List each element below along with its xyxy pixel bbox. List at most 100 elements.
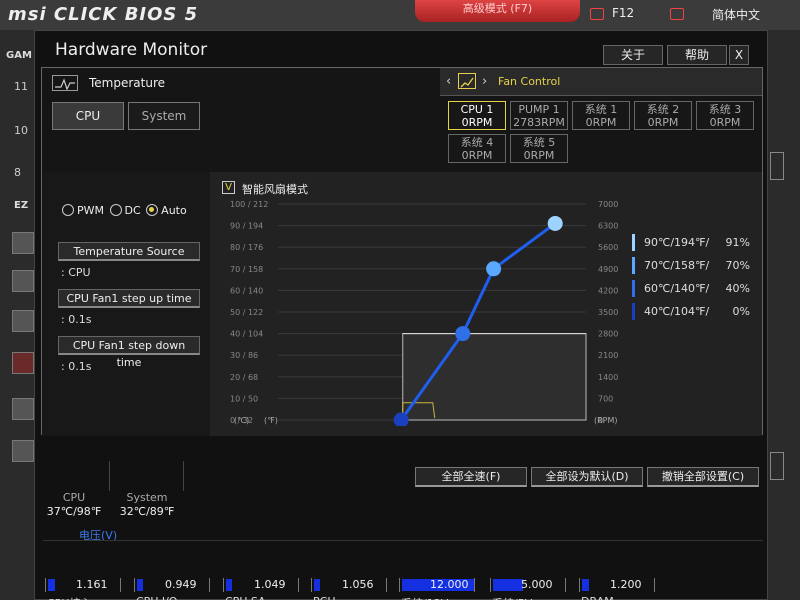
voltage-bar-track: 1.161 (45, 578, 121, 592)
background-right (768, 30, 800, 600)
fan-sys5-button[interactable]: 系统 5 0RPM (510, 134, 568, 163)
sidebar-number: 11 (14, 80, 28, 93)
advanced-mode-tab[interactable]: 高级模式 (F7) (415, 0, 580, 22)
legend-temp: 40℃/104℉/ (644, 305, 710, 318)
fan-rpm: 0RPM (585, 116, 617, 129)
help-button[interactable]: 帮助 (667, 45, 727, 65)
storage-icon[interactable] (12, 310, 34, 332)
reading-name: System (126, 491, 168, 504)
cancel-all-button[interactable]: 撤销全部设置(C) (647, 467, 759, 487)
voltage-bar: 1.049 CPU SA (223, 578, 303, 600)
left-axis-tick: 40 / 104 (230, 330, 263, 339)
cpu-temp-reading: CPU 37℃/98℉ (43, 491, 105, 519)
chevron-right-icon[interactable]: › (482, 74, 487, 89)
fan-cpu1-button[interactable]: CPU 1 0RPM (448, 101, 506, 130)
right-axis-tick: 2100 (598, 351, 618, 360)
cpu-icon[interactable] (12, 232, 34, 254)
tab-cpu[interactable]: CPU (52, 102, 124, 130)
divider (109, 461, 110, 491)
fan-pump1-button[interactable]: PUMP 1 2783RPM (510, 101, 568, 130)
rpm-unit: (RPM) (594, 416, 618, 425)
fan-name: 系统 4 (460, 136, 494, 149)
fan-name: PUMP 1 (518, 103, 560, 116)
radio-dc[interactable] (109, 204, 122, 216)
drive-icon[interactable] (12, 398, 34, 420)
voltage-bar-fill (582, 579, 589, 591)
temperature-source-button[interactable]: Temperature Source (58, 242, 200, 261)
step-up-time-button[interactable]: CPU Fan1 step up time (58, 289, 200, 308)
tab-system[interactable]: System (128, 102, 200, 130)
search-icon[interactable] (670, 8, 684, 20)
close-button[interactable]: X (729, 45, 749, 65)
window-title: Hardware Monitor (55, 40, 208, 60)
voltage-bar: 12.000 系统/12V (399, 578, 479, 600)
voltage-value: 0.949 (165, 578, 197, 591)
temperature-title: Temperature (89, 76, 166, 90)
language-selector[interactable]: 简体中文 (712, 6, 760, 23)
right-axis-tick: 3500 (598, 308, 618, 317)
left-axis-tick: 60 / 140 (230, 286, 263, 295)
voltage-bar-fill (493, 579, 523, 591)
all-default-button[interactable]: 全部设为默认(D) (531, 467, 643, 487)
legend-temp: 70℃/158℉/ (644, 259, 710, 272)
temperature-graph-icon (52, 75, 78, 91)
voltage-bar: 1.161 CPU核心 (45, 578, 125, 600)
left-axis-tick: 10 / 50 (230, 394, 258, 403)
voltage-bar-track: 12.000 (399, 578, 475, 592)
fan-sys2-button[interactable]: 系统 2 0RPM (634, 101, 692, 130)
voltage-value: 1.200 (610, 578, 642, 591)
voltage-bar: 1.056 PCH (311, 578, 391, 600)
legend-pct: 70% (725, 259, 750, 272)
all-full-speed-button[interactable]: 全部全速(F) (415, 467, 527, 487)
right-axis-tick: 700 (598, 394, 613, 403)
voltage-bar: 5.000 系统/5V (490, 578, 570, 600)
fan-sys4-button[interactable]: 系统 4 0RPM (448, 134, 506, 163)
radio-auto[interactable] (146, 204, 159, 216)
screenshot-icon[interactable] (590, 8, 604, 20)
fan-curve-point[interactable] (455, 326, 471, 342)
fan-sys3-button[interactable]: 系统 3 0RPM (696, 101, 754, 130)
fan-control-icon (458, 73, 476, 89)
voltage-bar-track: 1.049 (223, 578, 299, 592)
legend-color-bar (632, 280, 635, 297)
voltage-label: 系统/12V (401, 595, 448, 600)
legend-color-bar (632, 303, 635, 320)
reading-value: 32℃/89℉ (119, 505, 175, 518)
reading-value: 37℃/98℉ (46, 505, 102, 518)
usb-icon[interactable] (12, 440, 34, 462)
voltage-bar: 0.949 CPU I/O (134, 578, 214, 600)
fan-rpm: 0RPM (709, 116, 741, 129)
curve-legend-row: 40℃/104℉/ 0% (632, 303, 752, 321)
voltage-bar: 1.200 DRAM (579, 578, 659, 600)
fan-icon[interactable] (12, 352, 34, 374)
f12-label[interactable]: F12 (612, 6, 634, 20)
radio-pwm[interactable] (62, 204, 74, 216)
smart-fan-checkbox[interactable]: V (222, 181, 235, 194)
fan-curve-point[interactable] (547, 215, 563, 231)
voltage-bar-fill (137, 579, 143, 591)
legend-color-bar (632, 257, 635, 274)
chevron-left-icon[interactable]: ‹ (446, 74, 451, 89)
about-button[interactable]: 关于 (603, 45, 663, 65)
fan-name: 系统 1 (584, 103, 618, 116)
fan-sys1-button[interactable]: 系统 1 0RPM (572, 101, 630, 130)
fan-name: 系统 3 (708, 103, 742, 116)
sidebar-number: 10 (14, 124, 28, 137)
fan-mode-group: PWM DC Auto (62, 204, 187, 217)
fan-curve-point[interactable] (486, 261, 502, 277)
left-axis-tick: 100 / 212 (230, 200, 268, 209)
step-down-time-button[interactable]: CPU Fan1 step down time (58, 336, 200, 369)
voltage-value: 1.056 (342, 578, 374, 591)
memory-icon[interactable] (12, 270, 34, 292)
right-axis-tick: 7000 (598, 200, 618, 209)
voltage-label: CPU I/O (136, 595, 177, 600)
step-up-time-value: : 0.1s (61, 313, 92, 326)
legend-pct: 91% (725, 236, 750, 249)
right-axis-tick: 2800 (598, 330, 618, 339)
voltage-bar-track: 1.056 (311, 578, 387, 592)
fan-curve-chart[interactable]: 100 / 212 7000 90 / 194 6300 80 / 176 5600 70 … (212, 194, 622, 426)
fan-rpm: 0RPM (461, 149, 493, 162)
right-axis-tick: 4900 (598, 265, 618, 274)
system-temp-reading: System 32℃/89℉ (113, 491, 181, 519)
legend-color-bar (632, 234, 635, 251)
